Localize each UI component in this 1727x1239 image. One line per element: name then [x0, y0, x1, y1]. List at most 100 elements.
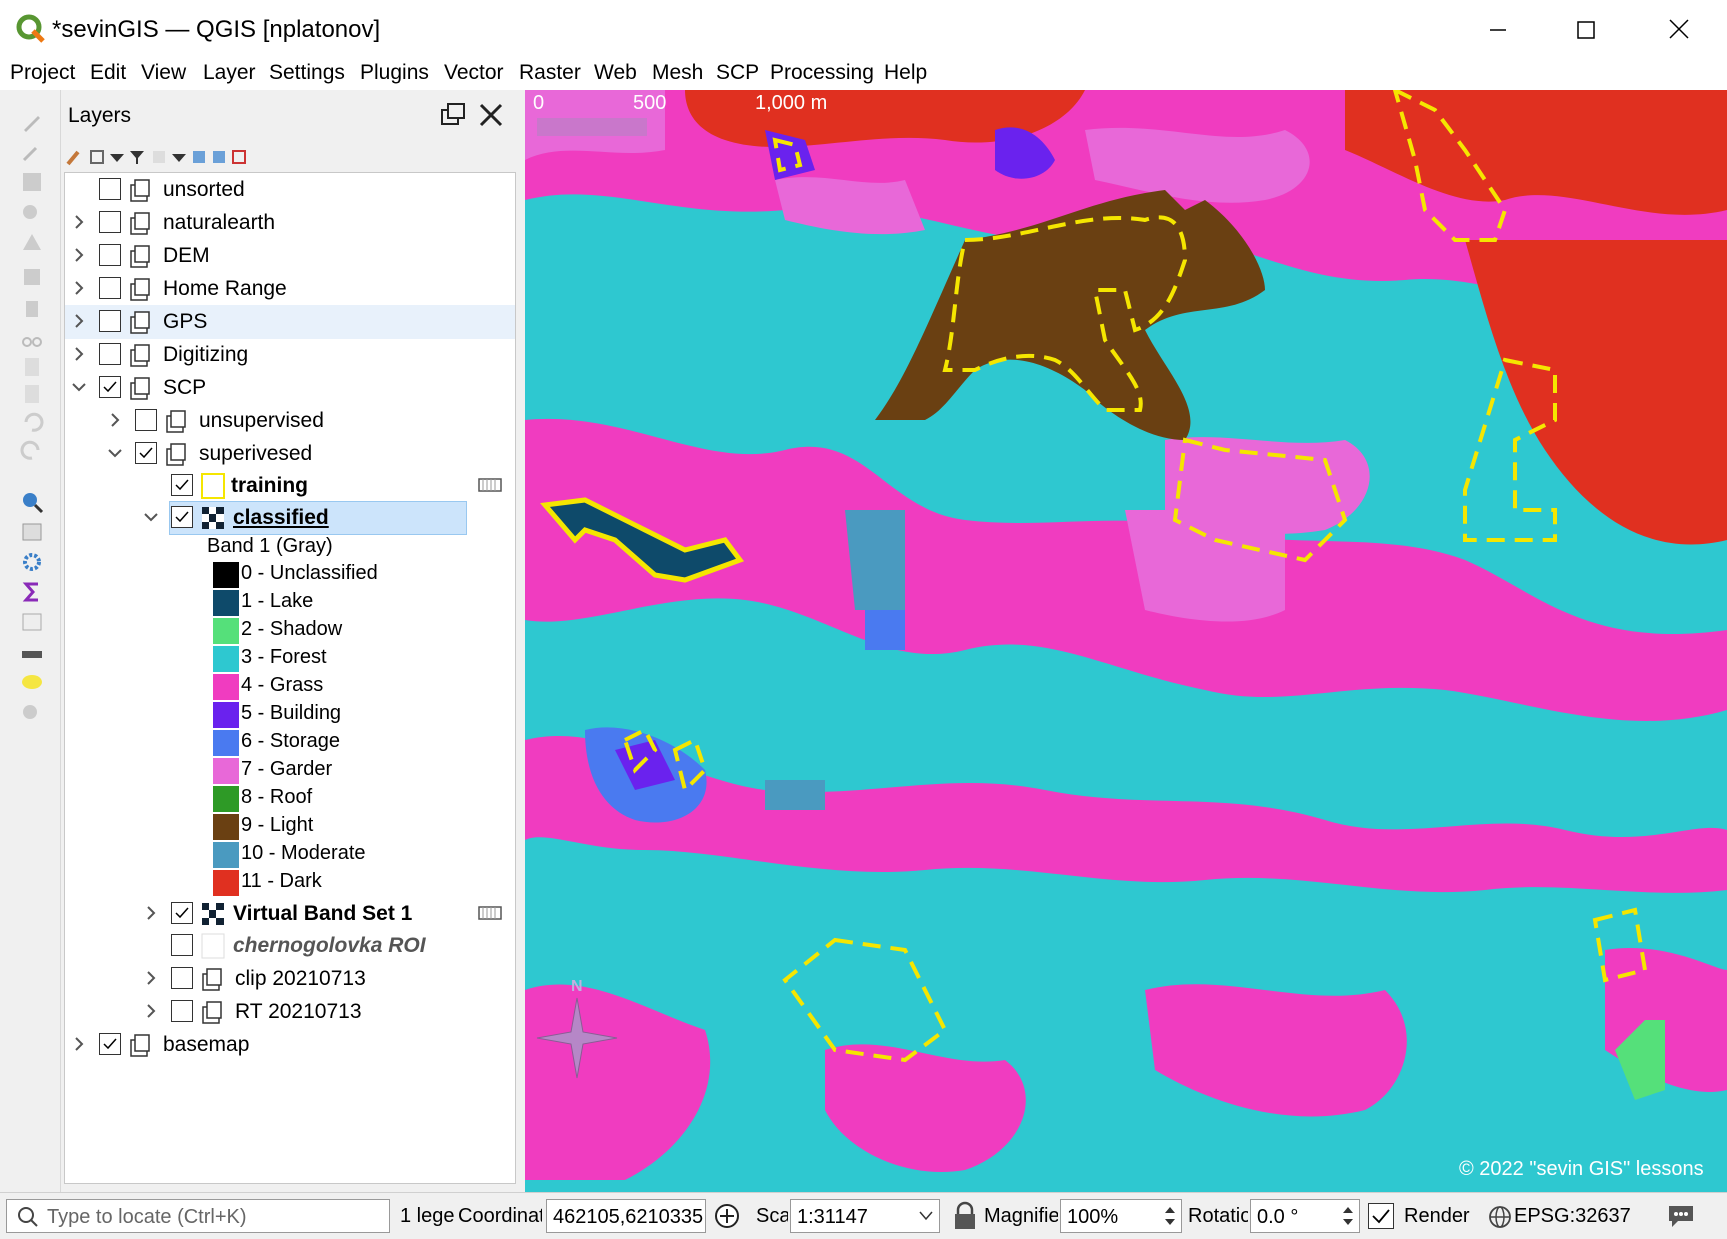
layer-row-unsorted[interactable]: unsorted	[65, 173, 515, 207]
layer-visibility-checkbox[interactable]	[99, 178, 121, 200]
menu-processing[interactable]: Processing	[770, 61, 874, 85]
settings-gear-icon[interactable]	[20, 550, 44, 574]
layer-visibility-checkbox[interactable]	[99, 310, 121, 332]
filter-expression-icon[interactable]	[150, 148, 168, 166]
layer-visibility-checkbox[interactable]	[99, 376, 121, 398]
delete-icon[interactable]	[20, 295, 44, 319]
undo-icon[interactable]	[20, 410, 44, 434]
chevron-right-icon[interactable]	[143, 970, 159, 986]
globe-icon[interactable]	[1488, 1205, 1512, 1229]
layer-row-dem[interactable]: DEM	[65, 239, 515, 273]
map-canvas[interactable]: 0 500 1,000 m N © 2022 "sevin GIS" lesso…	[525, 90, 1727, 1192]
layer-visibility-checkbox[interactable]	[171, 506, 193, 528]
menu-scp[interactable]: SCP	[716, 61, 759, 85]
menu-project[interactable]: Project	[10, 61, 75, 85]
menu-layer[interactable]: Layer	[203, 61, 256, 85]
menu-raster[interactable]: Raster	[519, 61, 581, 85]
expand-all-icon[interactable]	[190, 148, 208, 166]
close-panel-icon[interactable]	[476, 100, 506, 130]
undock-panel-icon[interactable]	[438, 100, 468, 130]
coordinate-input[interactable]: 462105,6210335	[546, 1199, 706, 1233]
layer-visibility-checkbox[interactable]	[99, 343, 121, 365]
layer-row-clip[interactable]: clip 20210713	[65, 962, 515, 996]
save-edits-icon[interactable]	[20, 170, 44, 194]
layer-row-unsupervised[interactable]: unsupervised	[65, 404, 515, 438]
collapse-all-icon[interactable]	[210, 148, 228, 166]
chevron-right-icon[interactable]	[71, 247, 87, 263]
layer-row-scp[interactable]: SCP	[65, 371, 515, 405]
layer-visibility-checkbox[interactable]	[99, 1033, 121, 1055]
menu-web[interactable]: Web	[594, 61, 637, 85]
attribute-table-icon[interactable]	[20, 520, 44, 544]
spin-arrows-icon[interactable]	[1163, 1204, 1177, 1228]
minimize-button[interactable]	[1468, 10, 1528, 50]
memory-layer-icon[interactable]	[477, 475, 503, 495]
filter-legend-icon[interactable]	[128, 148, 146, 166]
chevron-right-icon[interactable]	[71, 313, 87, 329]
layer-row-basemap[interactable]: basemap	[65, 1028, 515, 1062]
layer-visibility-checkbox[interactable]	[171, 967, 193, 989]
menu-view[interactable]: View	[141, 61, 186, 85]
chevron-right-icon[interactable]	[71, 280, 87, 296]
layer-visibility-checkbox[interactable]	[171, 902, 193, 924]
measure-ruler-icon[interactable]	[20, 642, 44, 666]
crs-label[interactable]: EPSG:32637	[1514, 1205, 1631, 1228]
chevron-right-icon[interactable]	[143, 905, 159, 921]
chevron-right-icon[interactable]	[71, 214, 87, 230]
layer-visibility-checkbox[interactable]	[135, 442, 157, 464]
modify-attributes-icon[interactable]	[20, 265, 44, 289]
menu-help[interactable]: Help	[884, 61, 927, 85]
rotation-spinbox[interactable]: 0.0 °	[1250, 1199, 1360, 1233]
layer-visibility-checkbox[interactable]	[171, 474, 193, 496]
coordinate-toggle-icon[interactable]	[712, 1201, 742, 1231]
scale-select[interactable]: 1:31147	[790, 1199, 940, 1233]
pencil-icon[interactable]	[20, 110, 44, 134]
manage-visibility-icon[interactable]	[108, 148, 126, 166]
layer-row-superivesed[interactable]: superivesed	[65, 437, 515, 471]
zoom-tools-icon[interactable]	[20, 702, 44, 726]
remove-layer-icon[interactable]	[230, 148, 248, 166]
statistics-sigma-icon[interactable]	[20, 580, 44, 604]
spin-arrows-icon[interactable]	[1341, 1204, 1355, 1228]
render-checkbox[interactable]	[1368, 1203, 1394, 1229]
locator-search-input[interactable]: Type to locate (Ctrl+K)	[6, 1199, 390, 1233]
layer-visibility-checkbox[interactable]	[171, 1000, 193, 1022]
chevron-right-icon[interactable]	[71, 346, 87, 362]
style-manager-icon[interactable]	[66, 148, 84, 166]
lock-scale-icon[interactable]	[952, 1201, 978, 1231]
chevron-down-icon[interactable]	[71, 379, 87, 395]
edit-icon[interactable]	[20, 140, 44, 164]
chevron-down-icon[interactable]	[107, 445, 123, 461]
memory-layer-icon[interactable]	[477, 903, 503, 923]
layer-row-home-range[interactable]: Home Range	[65, 272, 515, 306]
layer-row-training[interactable]: training	[65, 469, 515, 503]
menu-plugins[interactable]: Plugins	[360, 61, 429, 85]
messages-icon[interactable]	[1666, 1203, 1696, 1229]
chevron-right-icon[interactable]	[143, 1003, 159, 1019]
layer-row-virtual-band-set[interactable]: Virtual Band Set 1	[65, 897, 515, 931]
paste-icon[interactable]	[20, 382, 44, 406]
layer-row-gps[interactable]: GPS	[65, 305, 515, 339]
identify-icon[interactable]	[20, 490, 44, 514]
layer-visibility-checkbox[interactable]	[99, 244, 121, 266]
maximize-button[interactable]	[1556, 10, 1616, 50]
menu-edit[interactable]: Edit	[90, 61, 126, 85]
layer-row-naturalearth[interactable]: naturalearth	[65, 206, 515, 240]
magnifier-spinbox[interactable]: 100%	[1060, 1199, 1182, 1233]
close-window-button[interactable]	[1650, 10, 1710, 50]
chevron-down-icon[interactable]	[143, 509, 159, 525]
layer-row-classified-content[interactable]: classified	[65, 501, 515, 535]
menu-settings[interactable]: Settings	[269, 61, 345, 85]
layer-row-chernogolovka-roi[interactable]: chernogolovka ROI	[65, 929, 515, 963]
add-feature-icon[interactable]	[20, 200, 44, 224]
menu-vector[interactable]: Vector	[444, 61, 504, 85]
layer-row-digitizing[interactable]: Digitizing	[65, 338, 515, 372]
open-table-icon[interactable]	[20, 610, 44, 634]
layer-row-rt[interactable]: RT 20210713	[65, 995, 515, 1029]
legend-count-label[interactable]: 1 lege	[400, 1205, 456, 1228]
add-group-icon[interactable]	[88, 148, 106, 166]
chevron-right-icon[interactable]	[107, 412, 123, 428]
layer-visibility-checkbox[interactable]	[99, 277, 121, 299]
copy-icon[interactable]	[20, 355, 44, 379]
map-tips-icon[interactable]	[20, 672, 44, 696]
